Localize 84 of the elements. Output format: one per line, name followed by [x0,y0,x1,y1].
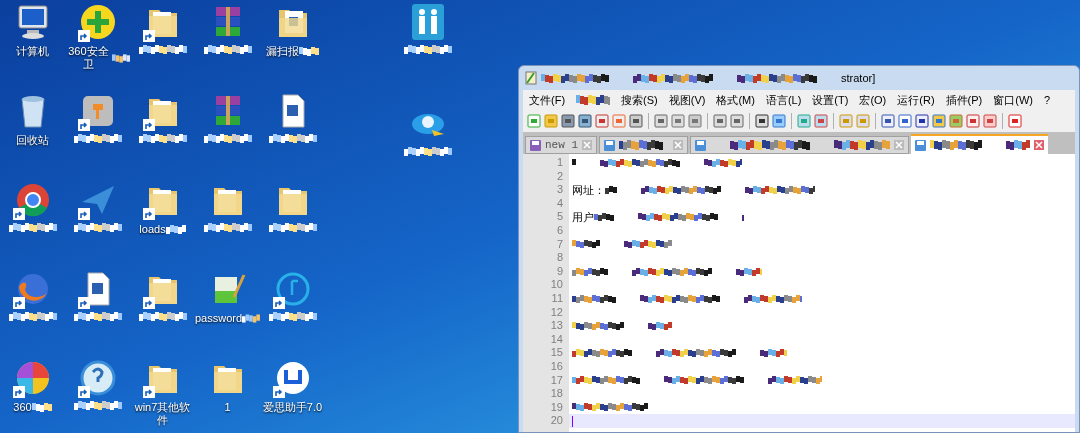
line-number: 15 [550,346,563,359]
shortcut-arrow-icon [142,297,155,309]
icon-label: 爱思助手7.0 [262,401,323,414]
find-icon[interactable] [755,114,769,128]
shortcut-arrow-icon [12,297,25,309]
icon-label: password [195,312,243,325]
notepad-app-icon [525,71,537,85]
line-number: 10 [550,278,563,291]
line-number: 18 [550,387,563,400]
function-icon[interactable] [966,114,980,128]
shortcut-arrow-icon [142,386,155,398]
shortcut-arrow-icon [142,30,155,42]
shortcut-arrow-icon [77,30,90,42]
line-number: 9 [556,264,563,277]
indent-guide-icon[interactable] [915,114,929,128]
shortcut-arrow-icon [77,386,90,398]
code-text: 网址： [572,182,605,198]
line-number: 5 [556,210,563,223]
shortcut-arrow-icon [272,386,285,398]
new-file-icon[interactable] [527,114,541,128]
menu-item[interactable]: 格式(M) [716,91,755,109]
line-number: 14 [550,332,563,345]
menu-item[interactable]: 搜索(S) [621,91,658,109]
folder-panel-icon[interactable] [983,114,997,128]
shortcut-arrow-icon [77,119,90,131]
icon-label: 1 [224,401,231,414]
menu-item[interactable]: 文件(F) [529,91,566,109]
undo-icon[interactable] [713,114,727,128]
shortcut-arrow-icon [77,297,90,309]
shortcut-arrow-icon [142,208,155,220]
map-icon[interactable] [949,114,963,128]
window-title: strator] [841,70,876,86]
zoom-out-icon[interactable] [814,114,828,128]
save-icon[interactable] [561,114,575,128]
line-number: 17 [550,373,563,386]
menu-item[interactable]: 宏(O) [859,91,887,109]
menu-item[interactable]: ? [1043,91,1051,109]
save-all-icon[interactable] [578,114,592,128]
line-number: 20 [550,414,563,427]
line-number: 11 [551,291,563,304]
menu-item[interactable]: 运行(R) [897,91,935,109]
icon-label: 360 [13,401,32,414]
file-tab[interactable] [599,136,688,154]
close-all-icon[interactable] [612,114,626,128]
line-number: 13 [550,319,563,332]
line-number: 6 [556,223,563,236]
file-tab[interactable] [911,134,1048,154]
shortcut-arrow-icon [272,297,285,309]
shortcut-arrow-icon [12,386,25,398]
icon-label: 计算机 [16,45,49,58]
icon-label: 360安全卫 [67,45,110,71]
line-number: 4 [556,196,563,209]
shortcut-arrow-icon [12,208,25,220]
shortcut-arrow-icon [77,208,90,220]
menu-item[interactable]: 窗口(W) [993,91,1033,109]
icon-label: 回收站 [16,134,49,147]
pilcrow-icon[interactable] [898,114,912,128]
line-number: 7 [556,237,563,250]
line-number: 3 [556,183,563,196]
code-text: 用户 [572,209,594,225]
icon-label: loads [139,223,166,236]
file-tab[interactable] [690,136,909,154]
menu-item[interactable]: 语言(L) [765,91,802,109]
line-number: 8 [556,251,563,264]
record-icon[interactable] [1008,114,1022,128]
line-number: 19 [550,400,563,413]
wrap-icon[interactable] [881,114,895,128]
close-icon[interactable] [595,114,609,128]
icon-label: win7其他软件 [133,401,192,427]
menu-item[interactable]: 设置(T) [812,91,849,109]
cut-icon[interactable] [654,114,668,128]
icon-label: 漏扫报 [266,45,299,58]
paste-icon[interactable] [688,114,702,128]
line-number: 16 [550,359,563,372]
menu-item[interactable]: 插件(P) [945,91,983,109]
menu-item[interactable]: 视图(V) [668,91,706,109]
copy-icon[interactable] [671,114,685,128]
shortcut-arrow-icon [142,119,155,131]
print-icon[interactable] [629,114,643,128]
redo-icon[interactable] [730,114,744,128]
line-number: 12 [550,305,563,318]
line-number: 1 [556,156,563,168]
line-number: 2 [556,169,563,182]
file-tab[interactable]: new 1 [525,136,597,154]
